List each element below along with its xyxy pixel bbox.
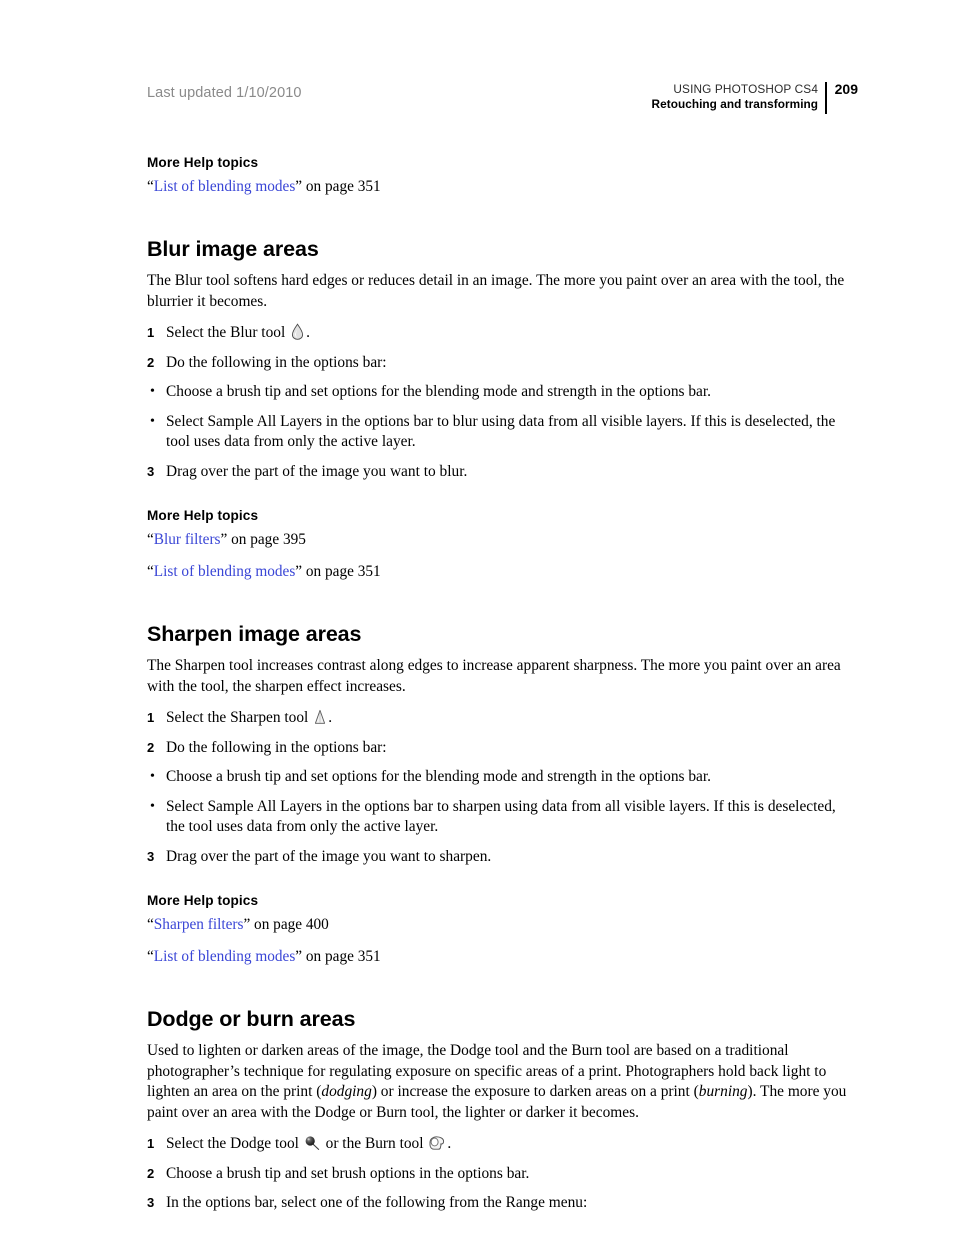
step-item: 3 Drag over the part of the image you wan… xyxy=(147,462,852,483)
cross-reference-line: “Blur filters” on page 395 xyxy=(147,530,852,550)
open-quote: “ xyxy=(147,916,154,933)
header-right-group: USING PHOTOSHOP CS4 Retouching and trans… xyxy=(652,82,858,114)
bullet-text: Select Sample All Layers in the options … xyxy=(166,797,836,836)
sharpen-cone-icon xyxy=(313,709,327,725)
step-number: 1 xyxy=(147,325,155,340)
step-number: 3 xyxy=(147,463,155,479)
section-heading-blur: Blur image areas xyxy=(147,237,319,261)
document-page: Last updated 1/10/2010 USING PHOTOSHOP C… xyxy=(0,0,954,1235)
step-text: Drag over the part of the image you want… xyxy=(166,462,468,480)
step-item: 3 In the options bar, select one of the f… xyxy=(147,1193,852,1214)
step-item: 1 Select the Dodge tool or the Burn tool xyxy=(147,1134,852,1155)
xref-page-suffix: on page 395 xyxy=(227,531,306,548)
step-item: 1 Select the Blur tool . xyxy=(147,323,852,344)
bullet-text: Select Sample All Layers in the options … xyxy=(166,412,836,451)
step-text: Select the Dodge tool xyxy=(166,1135,303,1152)
cross-reference-line: “List of blending modes” on page 351 xyxy=(147,947,852,967)
bullet-marker: • xyxy=(150,384,155,399)
xref-link-list-of-blending-modes[interactable]: List of blending modes xyxy=(154,178,295,195)
more-help-topics-heading: More Help topics xyxy=(147,893,259,908)
step-item: 1 Select the Sharpen tool . xyxy=(147,708,852,729)
step-item: 2 Choose a brush tip and set brush option… xyxy=(147,1164,852,1185)
step-text: Select the Blur tool xyxy=(166,324,290,341)
open-quote: “ xyxy=(147,531,154,548)
xref-link-list-of-blending-modes[interactable]: List of blending modes xyxy=(154,948,295,965)
section-intro-dodge-burn: Used to lighten or darken areas of the i… xyxy=(147,1041,852,1123)
step-number: 2 xyxy=(147,1165,155,1181)
step-text-tail: . xyxy=(447,1135,452,1152)
blur-droplet-icon xyxy=(290,323,305,340)
step-text: Drag over the part of the image you want… xyxy=(166,847,492,865)
header-book-title: USING PHOTOSHOP CS4 xyxy=(673,82,819,96)
xref-link-list-of-blending-modes[interactable]: List of blending modes xyxy=(154,563,295,580)
bullet-item: • Choose a brush tip and set options for … xyxy=(147,382,852,403)
bullet-marker: • xyxy=(150,769,155,784)
more-help-topics-block-blur: More Help topics “Blur filters” on page … xyxy=(147,508,852,582)
open-quote: “ xyxy=(147,563,154,580)
bullet-marker: • xyxy=(150,798,155,814)
dodge-tool-icon xyxy=(304,1135,321,1151)
header-chapter-title: Retouching and transforming xyxy=(651,97,819,111)
header-titles: USING PHOTOSHOP CS4 Retouching and trans… xyxy=(652,82,826,112)
section-intro-sharpen: The Sharpen tool increases contrast alon… xyxy=(147,657,841,695)
step-item: 3 Drag over the part of the image you wan… xyxy=(147,847,852,868)
intro-emphasis-dodging: dodging xyxy=(321,1083,372,1100)
last-updated-label: Last updated 1/10/2010 xyxy=(147,85,302,101)
page-number: 209 xyxy=(834,81,858,97)
intro-text-part2: ) or increase the exposure to darken are… xyxy=(371,1083,699,1100)
open-quote: “ xyxy=(147,948,154,965)
xref-page-suffix: on page 351 xyxy=(302,948,381,965)
intro-emphasis-burning: burning xyxy=(698,1083,748,1100)
step-number: 1 xyxy=(147,1136,155,1151)
section-heading-sharpen: Sharpen image areas xyxy=(147,622,362,646)
xref-link-blur-filters[interactable]: Blur filters xyxy=(154,531,221,548)
step-text: Do the following in the options bar: xyxy=(166,353,387,371)
step-text: Choose a brush tip and set brush options… xyxy=(166,1164,530,1182)
page-content: More Help topics “List of blending modes… xyxy=(147,155,852,1235)
burn-tool-icon xyxy=(428,1135,446,1151)
step-text-tail: . xyxy=(328,709,333,726)
bullet-item: • Choose a brush tip and set options for … xyxy=(147,767,852,788)
xref-link-sharpen-filters[interactable]: Sharpen filters xyxy=(154,916,244,933)
step-text: In the options bar, select one of the fo… xyxy=(166,1194,588,1211)
step-text: Select the Sharpen tool xyxy=(166,709,313,726)
bullet-text: Choose a brush tip and set options for t… xyxy=(166,383,712,400)
xref-page-suffix: on page 400 xyxy=(250,916,329,933)
section-intro-blur: The Blur tool softens hard edges or redu… xyxy=(147,272,845,310)
step-number: 2 xyxy=(147,739,155,755)
more-help-topics-heading: More Help topics xyxy=(147,155,259,170)
xref-page-suffix: on page 351 xyxy=(302,563,381,580)
running-header: Last updated 1/10/2010 USING PHOTOSHOP C… xyxy=(147,82,858,118)
bullet-marker: • xyxy=(150,413,155,429)
step-number: 3 xyxy=(147,848,155,864)
cross-reference-line: “List of blending modes” on page 351 xyxy=(147,562,852,582)
cross-reference-line: “Sharpen filters” on page 400 xyxy=(147,915,852,935)
step-text: Do the following in the options bar: xyxy=(166,738,387,756)
more-help-topics-heading: More Help topics xyxy=(147,508,259,523)
bullet-text: Choose a brush tip and set options for t… xyxy=(166,768,712,785)
step-item: 2 Do the following in the options bar: xyxy=(147,738,852,759)
cross-reference-line: “List of blending modes” on page 351 xyxy=(147,177,852,197)
more-help-topics-block-sharpen: More Help topics “Sharpen filters” on pa… xyxy=(147,893,852,967)
step-number: 3 xyxy=(147,1195,155,1210)
step-text-tail: . xyxy=(306,324,310,341)
step-number: 1 xyxy=(147,710,155,725)
more-help-topics-block-top: More Help topics “List of blending modes… xyxy=(147,155,852,197)
step-item: 2 Do the following in the options bar: xyxy=(147,353,852,374)
xref-page-suffix: on page 351 xyxy=(302,178,381,195)
step-number: 2 xyxy=(147,354,155,370)
bullet-item: • Select Sample All Layers in the options… xyxy=(147,797,852,838)
section-heading-dodge-burn: Dodge or burn areas xyxy=(147,1007,356,1031)
step-text-middle: or the Burn tool xyxy=(321,1135,428,1152)
open-quote: “ xyxy=(147,178,154,195)
bullet-item: • Select Sample All Layers in the options… xyxy=(147,412,852,453)
